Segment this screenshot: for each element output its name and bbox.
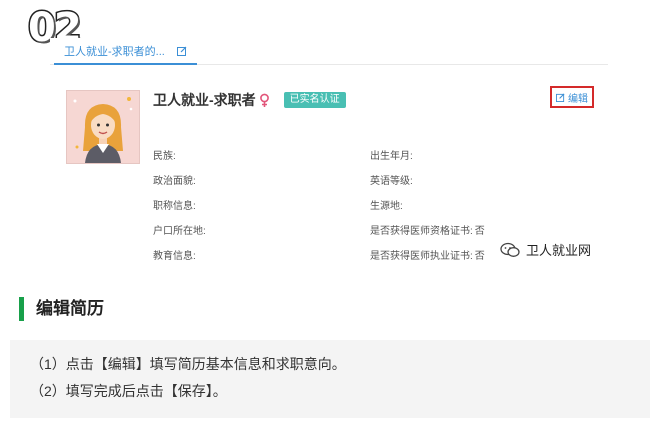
female-avatar-illustration bbox=[73, 97, 133, 163]
tab-label: 卫人就业-求职者的... bbox=[64, 45, 165, 58]
field-value: 否 bbox=[474, 251, 485, 262]
profile-name: 卫人就业-求职者 bbox=[153, 92, 256, 108]
field-label: 生源地: bbox=[370, 201, 403, 212]
edit-button-label: 编辑 bbox=[568, 93, 588, 105]
tab-bar: 卫人就业-求职者的... bbox=[50, 38, 608, 65]
field-physician-license: 是否获得医师执业证书: 否 bbox=[370, 247, 485, 262]
page: 02 卫人就业-求职者的... 卫人就业-求职者 已实名认证 编辑 民族: 政治… bbox=[0, 0, 660, 426]
watermark-text: 卫人就业网 bbox=[526, 243, 592, 258]
resume-screenshot: 卫人就业-求职者的... 卫人就业-求职者 已实名认证 编辑 民族: 政治面貌:… bbox=[50, 38, 608, 270]
field-label: 民族: bbox=[153, 151, 176, 162]
field-label: 户口所在地: bbox=[153, 226, 206, 237]
avatar bbox=[66, 90, 140, 164]
female-icon bbox=[259, 93, 269, 107]
instruction-box: （1）点击【编辑】填写简历基本信息和求职意向。 （2）填写完成后点击【保存】。 bbox=[10, 340, 650, 418]
field-professional-title: 职称信息: bbox=[153, 197, 198, 212]
field-ethnicity: 民族: bbox=[153, 147, 178, 162]
field-english-level: 英语等级: bbox=[370, 172, 415, 187]
field-label: 是否获得医师执业证书: bbox=[370, 251, 473, 262]
field-label: 出生年月: bbox=[370, 151, 413, 162]
edit-button[interactable]: 编辑 bbox=[550, 86, 594, 108]
field-household-registration: 户口所在地: bbox=[153, 222, 208, 237]
field-birth-date: 出生年月: bbox=[370, 147, 415, 162]
verified-badge: 已实名认证 bbox=[283, 92, 346, 108]
section-accent-bar bbox=[19, 297, 24, 321]
instruction-line: （1）点击【编辑】填写简历基本信息和求职意向。 bbox=[30, 356, 346, 372]
field-education: 教育信息: bbox=[153, 247, 198, 262]
watermark: 卫人就业网 bbox=[500, 240, 591, 259]
section-title: 编辑简历 bbox=[36, 299, 104, 318]
field-political-status: 政治面貌: bbox=[153, 172, 198, 187]
wechat-icon bbox=[500, 242, 520, 257]
field-physician-qualification: 是否获得医师资格证书: 否 bbox=[370, 222, 485, 237]
field-label: 职称信息: bbox=[153, 201, 196, 212]
instruction-line: （2）填写完成后点击【保存】。 bbox=[30, 383, 227, 399]
edit-icon[interactable] bbox=[176, 46, 187, 56]
field-label: 是否获得医师资格证书: bbox=[370, 226, 473, 237]
field-value: 否 bbox=[474, 226, 485, 237]
profile-header: 卫人就业-求职者 已实名认证 bbox=[153, 90, 346, 110]
field-label: 政治面貌: bbox=[153, 176, 196, 187]
edit-icon bbox=[556, 93, 565, 102]
field-label: 教育信息: bbox=[153, 251, 196, 262]
field-place-of-origin: 生源地: bbox=[370, 197, 405, 212]
field-label: 英语等级: bbox=[370, 176, 413, 187]
tab-resume[interactable]: 卫人就业-求职者的... bbox=[54, 38, 197, 65]
